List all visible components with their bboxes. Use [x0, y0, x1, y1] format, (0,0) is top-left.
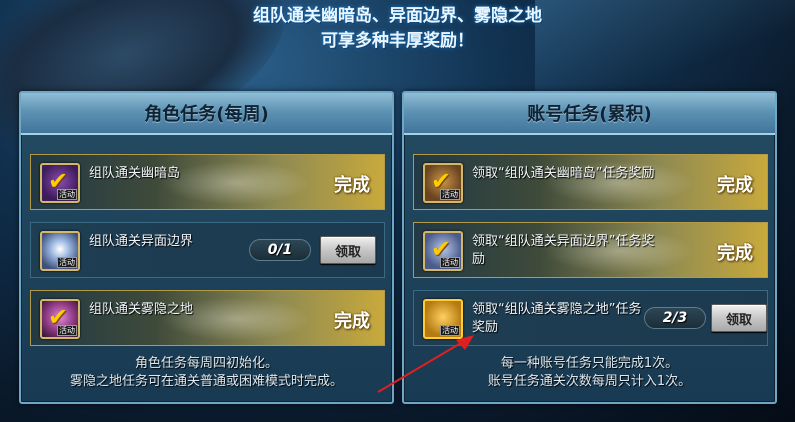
complete-status: 完成 — [334, 175, 370, 196]
task-progress: 0/1 — [249, 239, 311, 261]
task-row: ✔ 活动 领取“组队通关异面边界”任务奖励 完成 — [413, 222, 768, 278]
character-tasks-note: 角色任务每周四初始化。 雾隐之地任务可在通关普通或困难模式时完成。 — [21, 355, 392, 391]
complete-status: 完成 — [717, 243, 753, 264]
task-row: ✔ 活动 组队通关幽暗岛 完成 — [30, 154, 385, 210]
blue-chest-check-icon: ✔ 活动 — [423, 231, 463, 271]
task-label: 组队通关异面边界 — [89, 234, 194, 249]
banner-line-1: 组队通关幽暗岛、异面边界、雾隐之地 — [253, 6, 542, 26]
event-tag: 活动 — [57, 325, 77, 336]
task-label: 领取“组队通关雾隐之地”任务奖励 — [472, 302, 642, 335]
white-orb-reward-icon: 活动 — [40, 231, 80, 271]
event-tag: 活动 — [440, 189, 460, 200]
complete-status: 完成 — [717, 175, 753, 196]
task-row: ✔ 活动 组队通关雾隐之地 完成 — [30, 290, 385, 346]
task-label: 领取“组队通关异面边界”任务奖励 — [472, 234, 655, 267]
note-line-1: 角色任务每周四初始化。 — [134, 356, 278, 371]
pink-check-reward-icon: ✔ 活动 — [40, 299, 80, 339]
task-row: ✔ 活动 领取“组队通关幽暗岛”任务奖励 完成 — [413, 154, 768, 210]
claim-button[interactable]: 领取 — [711, 304, 767, 332]
complete-status: 完成 — [334, 311, 370, 332]
note-line-2: 雾隐之地任务可在通关普通或困难模式时完成。 — [69, 374, 343, 389]
purple-check-reward-icon: ✔ 活动 — [40, 163, 80, 203]
task-row: 活动 组队通关异面边界 0/1 领取 — [30, 222, 385, 278]
task-label: 领取“组队通关幽暗岛”任务奖励 — [472, 166, 655, 181]
swirl-decoration — [161, 161, 311, 205]
red-arrow-annotation — [377, 335, 474, 393]
claim-button[interactable]: 领取 — [320, 236, 376, 264]
event-tag: 活动 — [440, 257, 460, 268]
chest-check-icon: ✔ 活动 — [423, 163, 463, 203]
task-label: 组队通关雾隐之地 — [89, 302, 194, 317]
banner-line-2: 可享多种丰厚奖励！ — [321, 31, 474, 51]
character-tasks-title: 角色任务(每周) — [21, 93, 392, 135]
character-tasks-panel: 角色任务(每周) ✔ 活动 组队通关幽暗岛 完成 活动 组队通关异面边界 0/1… — [19, 91, 394, 404]
task-label: 组队通关幽暗岛 — [89, 166, 181, 181]
account-tasks-title: 账号任务(累积) — [404, 93, 775, 135]
task-progress: 2/3 — [644, 307, 706, 329]
event-tag: 活动 — [57, 257, 77, 268]
event-tag: 活动 — [57, 189, 77, 200]
event-banner: 组队通关幽暗岛、异面边界、雾隐之地 可享多种丰厚奖励！ — [0, 4, 795, 54]
